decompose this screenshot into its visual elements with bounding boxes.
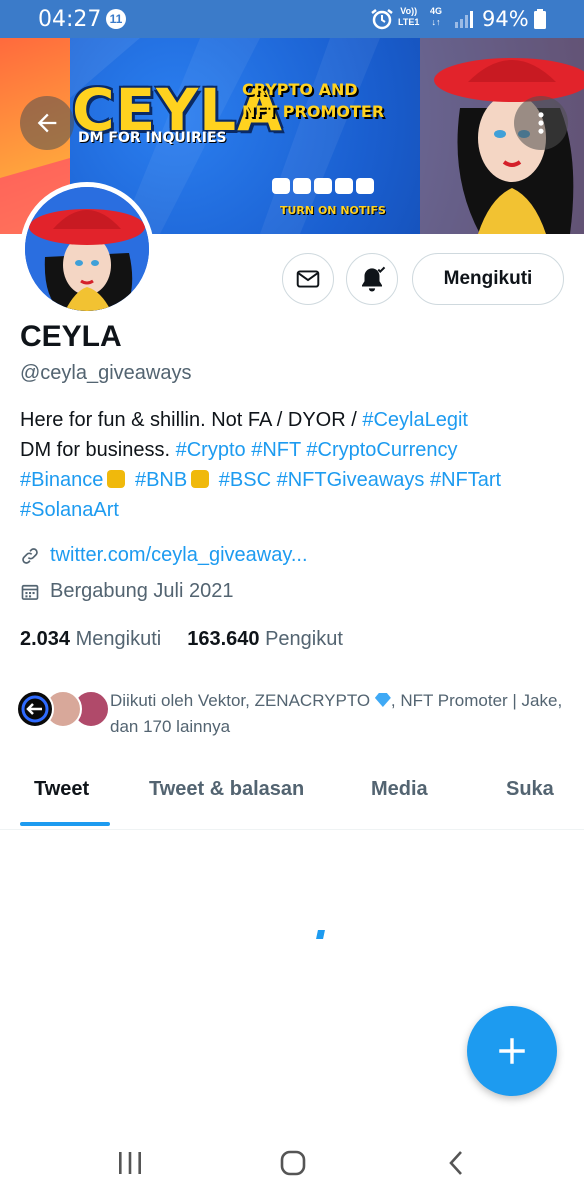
message-button[interactable] — [282, 253, 334, 305]
tab-likes[interactable]: Suka — [506, 778, 554, 801]
volte-indicator: Vo)) LTE1 — [398, 6, 419, 28]
bnb-emoji-icon — [107, 470, 126, 488]
envelope-icon — [296, 270, 320, 288]
bio-text-2: DM for business. — [20, 439, 176, 461]
battery-icon — [534, 9, 546, 29]
network-activity: ↓↑ — [431, 17, 441, 27]
banner-social-icons — [272, 178, 374, 194]
profile-handle: @ceyla_giveaways — [20, 362, 192, 384]
hashtags-bsc-nft[interactable]: #BSC #NFTGiveaways #NFTart — [219, 469, 501, 491]
followed-by-text: Diikuti oleh Vektor, ZENACRYPTO , NFT Pr… — [110, 688, 570, 740]
home-button[interactable] — [273, 1148, 313, 1178]
active-tab-indicator — [20, 822, 110, 826]
vektor-logo-icon — [21, 695, 49, 723]
recent-apps-icon — [119, 1152, 141, 1174]
youtube-icon — [314, 178, 332, 194]
following-stat[interactable]: 2.034 Mengikuti — [20, 628, 161, 651]
alarm-icon — [371, 9, 393, 30]
status-bar: 04:27 11 Vo)) LTE1 4G ↓↑ 94% — [0, 0, 584, 38]
banner-notif-text: TURN ON NOTIFS — [280, 204, 386, 217]
plus-icon — [499, 1038, 525, 1064]
bio-text-1: Here for fun & shillin. Not FA / DYOR / — [20, 409, 363, 431]
profile-joined: Bergabung Juli 2021 — [20, 580, 233, 603]
home-icon — [280, 1150, 306, 1176]
profile-name: CEYLA — [20, 320, 122, 353]
more-options-button[interactable] — [514, 96, 568, 150]
tab-tweet-replies[interactable]: Tweet & balasan — [149, 778, 304, 801]
network-indicator: 4G ↓↑ — [430, 6, 442, 28]
more-vertical-icon — [538, 112, 544, 134]
notifications-button[interactable] — [346, 253, 398, 305]
hashtag-solanaart[interactable]: #SolanaArt — [20, 499, 119, 521]
avatar-image — [25, 187, 149, 311]
loading-spinner — [316, 930, 325, 939]
notification-count-badge: 11 — [106, 9, 126, 29]
battery-percent: 94% — [482, 7, 529, 31]
followers-stat[interactable]: 163.640 Pengikut — [187, 628, 343, 651]
diamond-emoji-icon — [374, 693, 391, 707]
hashtags-crypto[interactable]: #Crypto #NFT #CryptoCurrency — [176, 439, 458, 461]
profile-website[interactable]: twitter.com/ceyla_giveaway... — [20, 544, 308, 567]
hashtag-binance[interactable]: #Binance — [20, 469, 103, 491]
system-back-button[interactable] — [436, 1148, 476, 1178]
system-navigation-bar — [0, 1124, 584, 1200]
bio-line-2: DM for business. #Crypto #NFT #CryptoCur… — [20, 435, 570, 465]
twitter-icon — [272, 178, 290, 194]
recent-apps-button[interactable] — [110, 1148, 150, 1178]
hashtag-bnb[interactable]: #BNB — [135, 469, 187, 491]
profile-tabs: Tweet Tweet & balasan Media Suka — [0, 760, 584, 830]
signal-icon — [455, 11, 473, 28]
compose-tweet-button[interactable] — [467, 1006, 557, 1096]
hashtag-ceylalegit[interactable]: #CeylaLegit — [362, 409, 468, 431]
following-button[interactable]: Mengikuti — [412, 253, 564, 305]
banner-subtitle-2: NFT PROMOTER — [242, 102, 385, 121]
status-time: 04:27 — [38, 7, 102, 32]
joined-date: Bergabung Juli 2021 — [50, 580, 234, 602]
bio-line-3: #Binance #BNB #BSC #NFTGiveaways #NFTart — [20, 465, 570, 495]
followers-label: Pengikut — [265, 628, 343, 650]
calendar-icon — [21, 584, 39, 600]
website-link[interactable]: twitter.com/ceyla_giveaway... — [50, 544, 308, 567]
back-button[interactable] — [20, 96, 74, 150]
discord-icon — [293, 178, 311, 194]
bell-check-icon — [362, 266, 386, 292]
reddit-icon — [356, 178, 374, 194]
banner-subtitle-1: CRYPTO AND — [242, 80, 358, 99]
followed-by-text-1: Diikuti oleh Vektor, ZENACRYPTO — [110, 691, 375, 710]
bio-line-1: Here for fun & shillin. Not FA / DYOR / … — [20, 405, 570, 435]
volte-line-2: LTE1 — [398, 17, 420, 27]
arrow-left-icon — [37, 113, 57, 133]
bnb-emoji-icon — [191, 470, 210, 488]
followers-count: 163.640 — [187, 628, 260, 650]
following-label: Mengikuti — [75, 628, 162, 650]
tab-media[interactable]: Media — [371, 778, 428, 801]
following-count: 2.034 — [20, 628, 71, 650]
telegram-icon — [335, 178, 353, 194]
network-type: 4G — [430, 6, 443, 16]
tab-tweet[interactable]: Tweet — [34, 778, 89, 801]
profile-bio: Here for fun & shillin. Not FA / DYOR / … — [20, 405, 570, 525]
banner-dm-text: DM FOR INQUIRIES — [78, 130, 227, 146]
bio-line-4: #SolanaArt — [20, 495, 570, 525]
follower-avatar-1 — [16, 690, 54, 728]
volte-line-1: Vo)) — [400, 6, 418, 16]
chevron-left-icon — [449, 1151, 462, 1175]
followed-by-section[interactable]: Diikuti oleh Vektor, ZENACRYPTO , NFT Pr… — [16, 688, 576, 738]
link-icon — [22, 547, 38, 564]
profile-avatar[interactable] — [20, 182, 154, 316]
profile-stats: 2.034 Mengikuti 163.640 Pengikut — [20, 628, 343, 651]
